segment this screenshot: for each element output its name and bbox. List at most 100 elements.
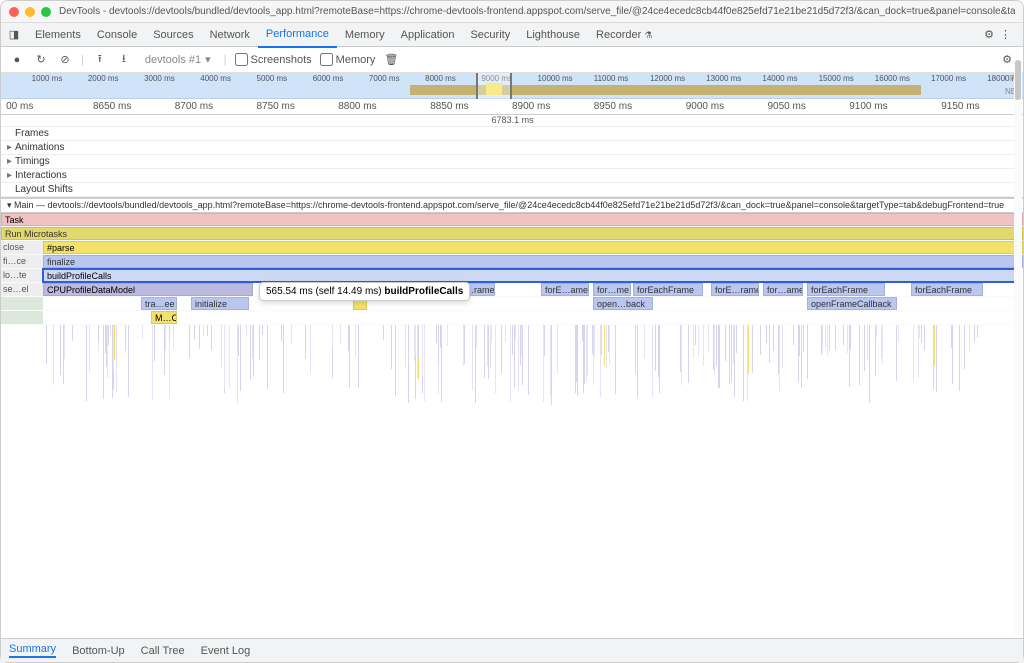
track-animations[interactable]: ▸Animations — [1, 141, 1023, 155]
window-controls[interactable] — [9, 7, 51, 17]
download-icon[interactable]: ⭳ — [116, 50, 132, 69]
main-thread-row[interactable]: ▾ Main — devtools://devtools/bundled/dev… — [1, 198, 1023, 213]
flame-cpumodel[interactable]: CPUProfileDataModel — [43, 283, 253, 296]
gear-icon[interactable]: ⚙ — [999, 53, 1015, 66]
summary-tabs: Summary Bottom-Up Call Tree Event Log — [1, 638, 1023, 662]
ruler-tick: 9150 ms — [941, 101, 979, 112]
ov-tick: 7000 ms — [369, 74, 400, 83]
flame-openframecb[interactable]: openFrameCallback — [807, 297, 897, 310]
upload-icon[interactable]: ⭱ — [92, 50, 108, 69]
tracks: Frames ▸Animations ▸Timings ▸Interaction… — [1, 127, 1023, 198]
flame-frame[interactable]: forEachFrame — [633, 283, 703, 296]
ruler-tick: 8650 ms — [93, 101, 131, 112]
flame-frame[interactable]: forEachFrame — [911, 283, 983, 296]
track-frames[interactable]: Frames — [1, 127, 1023, 141]
ov-tick: 16000 ms — [875, 74, 910, 83]
tab-recorder[interactable]: Recorder ⚗ — [588, 23, 660, 47]
trash-icon[interactable]: 🗑 — [383, 53, 399, 66]
ov-tick: 14000 ms — [762, 74, 797, 83]
btab-summary[interactable]: Summary — [9, 643, 56, 658]
minimize-icon[interactable] — [25, 7, 35, 17]
flame-chart[interactable]: Task Run Microtasks close #parse fi…ce f… — [1, 213, 1023, 625]
flame-frame[interactable]: for…ame — [763, 283, 803, 296]
inspect-icon[interactable]: ◨ — [7, 28, 21, 41]
flame-microtasks[interactable]: Run Microtasks — [1, 227, 1023, 240]
ruler-tick: 8750 ms — [257, 101, 295, 112]
time-ruler[interactable]: 00 ms 8650 ms 8700 ms 8750 ms 8800 ms 88… — [1, 99, 1023, 115]
flame-buildprofilecalls-selected[interactable]: buildProfileCalls — [43, 269, 1019, 282]
ov-tick: 11000 ms — [594, 74, 629, 83]
tab-console[interactable]: Console — [89, 23, 145, 47]
ruler-tick: 9050 ms — [768, 101, 806, 112]
tab-performance[interactable]: Performance — [258, 22, 337, 48]
flame-parse[interactable]: #parse — [43, 241, 1023, 254]
close-icon[interactable] — [9, 7, 19, 17]
ruler-tick: 8900 ms — [512, 101, 550, 112]
ov-tick: 1000 ms — [32, 74, 63, 83]
track-interactions[interactable]: ▸Interactions — [1, 169, 1023, 183]
flame-mc[interactable]: M…C — [151, 311, 177, 324]
perf-toolbar: ● ↻ ⊘ | ⭱ ⭳ devtools #1▾ | Screenshots M… — [1, 47, 1023, 73]
flame-tooltip: 565.54 ms (self 14.49 ms) buildProfileCa… — [259, 282, 470, 301]
ov-tick: 12000 ms — [650, 74, 685, 83]
flame-tra[interactable]: tra…ee — [141, 297, 177, 310]
reload-icon[interactable]: ↻ — [33, 53, 49, 66]
ov-tick: 2000 ms — [88, 74, 119, 83]
ruler-tick: 8950 ms — [594, 101, 632, 112]
settings-icon[interactable]: ⚙ — [984, 28, 994, 41]
btab-eventlog[interactable]: Event Log — [201, 645, 251, 657]
ruler-tick: 8850 ms — [430, 101, 468, 112]
window-titlebar: DevTools - devtools://devtools/bundled/d… — [1, 1, 1023, 23]
record-icon[interactable]: ● — [9, 54, 25, 66]
flame-frame[interactable]: forE…rame — [711, 283, 759, 296]
ov-tick: 5000 ms — [257, 74, 288, 83]
tab-network[interactable]: Network — [202, 23, 258, 47]
tab-security[interactable]: Security — [462, 23, 518, 47]
btab-calltree[interactable]: Call Tree — [141, 645, 185, 657]
zoom-icon[interactable] — [41, 7, 51, 17]
overview-selection[interactable] — [476, 73, 512, 99]
devtools-tabs: ◨ Elements Console Sources Network Perfo… — [1, 23, 1023, 47]
track-layoutshifts[interactable]: Layout Shifts — [1, 183, 1023, 197]
ov-tick: 4000 ms — [200, 74, 231, 83]
flame-lower[interactable] — [1, 325, 1023, 625]
track-timings[interactable]: ▸Timings — [1, 155, 1023, 169]
flame-frame[interactable]: for…me — [593, 283, 631, 296]
clear-icon[interactable]: ⊘ — [57, 53, 73, 66]
ov-tick: 17000 ms — [931, 74, 966, 83]
ov-tick: 13000 ms — [706, 74, 741, 83]
more-icon[interactable]: ⋮ — [1000, 28, 1011, 41]
flame-frame[interactable]: forE…ame — [541, 283, 589, 296]
flame-side[interactable]: close — [1, 241, 43, 254]
scrollbar[interactable] — [1014, 60, 1022, 635]
ov-tick: 10000 ms — [538, 74, 573, 83]
ov-tick: 15000 ms — [819, 74, 854, 83]
memory-checkbox[interactable]: Memory — [320, 53, 376, 66]
flame-side[interactable] — [1, 297, 43, 310]
ruler-tick: 00 ms — [6, 101, 33, 112]
profile-select[interactable]: devtools #1▾ — [140, 50, 216, 69]
tab-sources[interactable]: Sources — [145, 23, 201, 47]
ov-tick: 8000 ms — [425, 74, 456, 83]
tab-lighthouse[interactable]: Lighthouse — [518, 23, 588, 47]
flame-task[interactable]: Task — [1, 213, 1023, 226]
tab-memory[interactable]: Memory — [337, 23, 393, 47]
scrollbar-thumb[interactable] — [1015, 60, 1021, 100]
flame-side[interactable]: se…el — [1, 283, 43, 296]
flame-side[interactable]: lo…te — [1, 269, 43, 282]
flame-side[interactable] — [1, 311, 43, 324]
timeline-overview[interactable]: 1000 ms 2000 ms 3000 ms 4000 ms 5000 ms … — [1, 73, 1023, 99]
window-title: DevTools - devtools://devtools/bundled/d… — [59, 6, 1015, 17]
screenshots-checkbox[interactable]: Screenshots — [235, 53, 312, 66]
flame-frame[interactable]: forEachFrame — [807, 283, 885, 296]
ov-tick: 3000 ms — [144, 74, 175, 83]
time-marker: 6783.1 ms — [492, 115, 534, 125]
flame-finalize[interactable]: finalize — [43, 255, 1023, 268]
chevron-down-icon: ▾ — [205, 53, 211, 66]
flame-initialize[interactable]: initialize — [191, 297, 249, 310]
flame-side[interactable]: fi…ce — [1, 255, 43, 268]
flame-openback[interactable]: open…back — [593, 297, 653, 310]
tab-application[interactable]: Application — [393, 23, 463, 47]
tab-elements[interactable]: Elements — [27, 23, 89, 47]
btab-bottomup[interactable]: Bottom-Up — [72, 645, 125, 657]
